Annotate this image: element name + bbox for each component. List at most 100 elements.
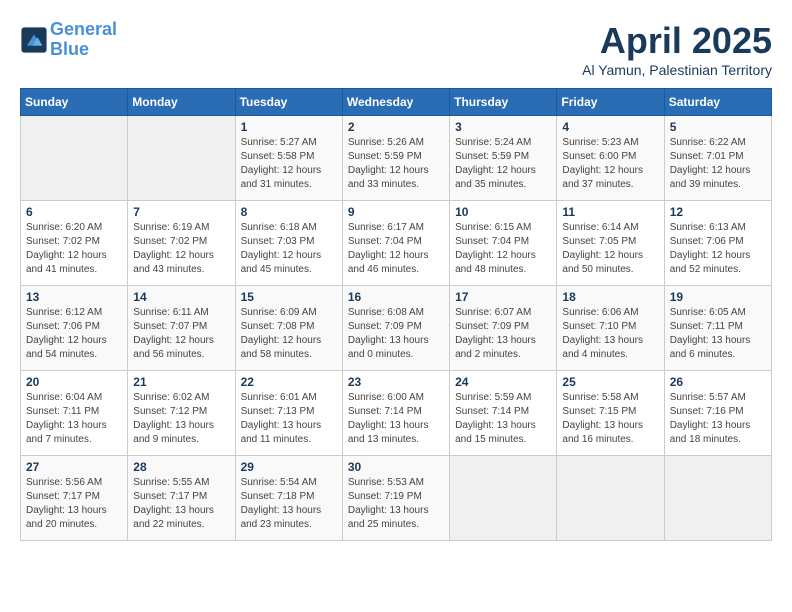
weekday-header-monday: Monday — [128, 89, 235, 116]
location-subtitle: Al Yamun, Palestinian Territory — [582, 62, 772, 78]
calendar-table: SundayMondayTuesdayWednesdayThursdayFrid… — [20, 88, 772, 541]
weekday-header-tuesday: Tuesday — [235, 89, 342, 116]
calendar-cell: 3Sunrise: 5:24 AM Sunset: 5:59 PM Daylig… — [450, 116, 557, 201]
day-number: 13 — [26, 290, 122, 304]
day-info: Sunrise: 6:18 AM Sunset: 7:03 PM Dayligh… — [241, 221, 337, 277]
calendar-cell: 24 Sunrise: 5:59 AM Sunset: 7:14 PM Dayli… — [450, 371, 557, 456]
calendar-cell: 2Sunrise: 5:26 AM Sunset: 5:59 PM Daylig… — [342, 116, 449, 201]
calendar-cell: 12 Sunrise: 6:13 AM Sunset: 7:06 PM Dayli… — [664, 201, 771, 286]
day-number: 17 — [455, 290, 551, 304]
logo: General Blue — [20, 20, 117, 60]
day-number: 12 — [670, 205, 766, 219]
day-number: 29 — [241, 460, 337, 474]
day-number: 10 — [455, 205, 551, 219]
day-number: 15 — [241, 290, 337, 304]
day-info: Sunrise: 6:19 AM Sunset: 7:02 PM Dayligh… — [133, 221, 229, 277]
day-info: Sunrise: 5:59 AM Sunset: 7:14 PM Dayligh… — [455, 391, 551, 447]
day-number: 16 — [348, 290, 444, 304]
logo-text: General Blue — [50, 20, 117, 60]
calendar-cell — [664, 456, 771, 541]
calendar-cell: 16 Sunrise: 6:08 AM Sunset: 7:09 PM Dayli… — [342, 286, 449, 371]
calendar-cell: 13 Sunrise: 6:12 AM Sunset: 7:06 PM Dayli… — [21, 286, 128, 371]
day-info: Sunrise: 5:58 AM Sunset: 7:15 PM Dayligh… — [562, 391, 658, 447]
calendar-cell: 18 Sunrise: 6:06 AM Sunset: 7:10 PM Dayli… — [557, 286, 664, 371]
day-info: Sunrise: 5:57 AM Sunset: 7:16 PM Dayligh… — [670, 391, 766, 447]
day-info: Sunrise: 6:13 AM Sunset: 7:06 PM Dayligh… — [670, 221, 766, 277]
weekday-header-wednesday: Wednesday — [342, 89, 449, 116]
day-number: 9 — [348, 205, 444, 219]
calendar-cell: 23 Sunrise: 6:00 AM Sunset: 7:14 PM Dayli… — [342, 371, 449, 456]
day-info: Sunrise: 6:04 AM Sunset: 7:11 PM Dayligh… — [26, 391, 122, 447]
day-info: Sunrise: 6:20 AM Sunset: 7:02 PM Dayligh… — [26, 221, 122, 277]
day-info: Sunrise: 6:11 AM Sunset: 7:07 PM Dayligh… — [133, 306, 229, 362]
day-info: Sunrise: 5:54 AM Sunset: 7:18 PM Dayligh… — [241, 476, 337, 532]
day-info: Sunrise: 6:22 AM Sunset: 7:01 PM Dayligh… — [670, 136, 766, 192]
day-info: Sunrise: 6:09 AM Sunset: 7:08 PM Dayligh… — [241, 306, 337, 362]
calendar-cell: 28 Sunrise: 5:55 AM Sunset: 7:17 PM Dayli… — [128, 456, 235, 541]
calendar-cell — [21, 116, 128, 201]
calendar-cell: 21Sunrise: 6:02 AM Sunset: 7:12 PM Dayli… — [128, 371, 235, 456]
day-number: 21 — [133, 375, 229, 389]
day-number: 18 — [562, 290, 658, 304]
calendar-cell: 17 Sunrise: 6:07 AM Sunset: 7:09 PM Dayli… — [450, 286, 557, 371]
day-number: 23 — [348, 375, 444, 389]
day-info: Sunrise: 6:15 AM Sunset: 7:04 PM Dayligh… — [455, 221, 551, 277]
day-number: 14 — [133, 290, 229, 304]
calendar-cell — [128, 116, 235, 201]
day-number: 2 — [348, 120, 444, 134]
calendar-cell: 4Sunrise: 5:23 AM Sunset: 6:00 PM Daylig… — [557, 116, 664, 201]
day-info: Sunrise: 6:07 AM Sunset: 7:09 PM Dayligh… — [455, 306, 551, 362]
calendar-week-row: 13 Sunrise: 6:12 AM Sunset: 7:06 PM Dayli… — [21, 286, 772, 371]
day-number: 28 — [133, 460, 229, 474]
logo-general: General — [50, 19, 117, 39]
calendar-cell: 1 Sunrise: 5:27 AM Sunset: 5:58 PM Daylig… — [235, 116, 342, 201]
day-number: 8 — [241, 205, 337, 219]
day-info: Sunrise: 5:56 AM Sunset: 7:17 PM Dayligh… — [26, 476, 122, 532]
day-number: 1 — [241, 120, 337, 134]
day-info: Sunrise: 5:24 AM Sunset: 5:59 PM Dayligh… — [455, 136, 551, 192]
calendar-cell — [557, 456, 664, 541]
calendar-cell: 30Sunrise: 5:53 AM Sunset: 7:19 PM Dayli… — [342, 456, 449, 541]
weekday-header-thursday: Thursday — [450, 89, 557, 116]
calendar-cell: 14 Sunrise: 6:11 AM Sunset: 7:07 PM Dayli… — [128, 286, 235, 371]
day-info: Sunrise: 5:53 AM Sunset: 7:19 PM Dayligh… — [348, 476, 444, 532]
day-info: Sunrise: 5:55 AM Sunset: 7:17 PM Dayligh… — [133, 476, 229, 532]
calendar-header-row: SundayMondayTuesdayWednesdayThursdayFrid… — [21, 89, 772, 116]
calendar-cell: 5 Sunrise: 6:22 AM Sunset: 7:01 PM Daylig… — [664, 116, 771, 201]
calendar-cell: 22Sunrise: 6:01 AM Sunset: 7:13 PM Dayli… — [235, 371, 342, 456]
day-info: Sunrise: 6:06 AM Sunset: 7:10 PM Dayligh… — [562, 306, 658, 362]
calendar-cell: 19Sunrise: 6:05 AM Sunset: 7:11 PM Dayli… — [664, 286, 771, 371]
day-number: 26 — [670, 375, 766, 389]
title-block: April 2025 Al Yamun, Palestinian Territo… — [582, 20, 772, 78]
calendar-week-row: 1 Sunrise: 5:27 AM Sunset: 5:58 PM Daylig… — [21, 116, 772, 201]
day-info: Sunrise: 6:12 AM Sunset: 7:06 PM Dayligh… — [26, 306, 122, 362]
logo-blue: Blue — [50, 40, 117, 60]
calendar-cell: 27Sunrise: 5:56 AM Sunset: 7:17 PM Dayli… — [21, 456, 128, 541]
calendar-week-row: 6 Sunrise: 6:20 AM Sunset: 7:02 PM Daylig… — [21, 201, 772, 286]
day-number: 19 — [670, 290, 766, 304]
day-info: Sunrise: 6:08 AM Sunset: 7:09 PM Dayligh… — [348, 306, 444, 362]
calendar-cell: 8 Sunrise: 6:18 AM Sunset: 7:03 PM Daylig… — [235, 201, 342, 286]
calendar-cell: 20Sunrise: 6:04 AM Sunset: 7:11 PM Dayli… — [21, 371, 128, 456]
month-title: April 2025 — [582, 20, 772, 62]
weekday-header-saturday: Saturday — [664, 89, 771, 116]
calendar-cell: 10 Sunrise: 6:15 AM Sunset: 7:04 PM Dayli… — [450, 201, 557, 286]
day-info: Sunrise: 6:00 AM Sunset: 7:14 PM Dayligh… — [348, 391, 444, 447]
day-number: 7 — [133, 205, 229, 219]
day-number: 24 — [455, 375, 551, 389]
day-number: 5 — [670, 120, 766, 134]
calendar-cell: 9 Sunrise: 6:17 AM Sunset: 7:04 PM Daylig… — [342, 201, 449, 286]
day-number: 6 — [26, 205, 122, 219]
calendar-cell: 7 Sunrise: 6:19 AM Sunset: 7:02 PM Daylig… — [128, 201, 235, 286]
weekday-header-friday: Friday — [557, 89, 664, 116]
calendar-cell — [450, 456, 557, 541]
calendar-cell: 29 Sunrise: 5:54 AM Sunset: 7:18 PM Dayli… — [235, 456, 342, 541]
calendar-cell: 15 Sunrise: 6:09 AM Sunset: 7:08 PM Dayli… — [235, 286, 342, 371]
day-number: 4 — [562, 120, 658, 134]
calendar-cell: 26 Sunrise: 5:57 AM Sunset: 7:16 PM Dayli… — [664, 371, 771, 456]
page-header: General Blue April 2025 Al Yamun, Palest… — [20, 20, 772, 78]
day-info: Sunrise: 5:27 AM Sunset: 5:58 PM Dayligh… — [241, 136, 337, 192]
calendar-week-row: 27Sunrise: 5:56 AM Sunset: 7:17 PM Dayli… — [21, 456, 772, 541]
day-number: 25 — [562, 375, 658, 389]
day-info: Sunrise: 6:17 AM Sunset: 7:04 PM Dayligh… — [348, 221, 444, 277]
